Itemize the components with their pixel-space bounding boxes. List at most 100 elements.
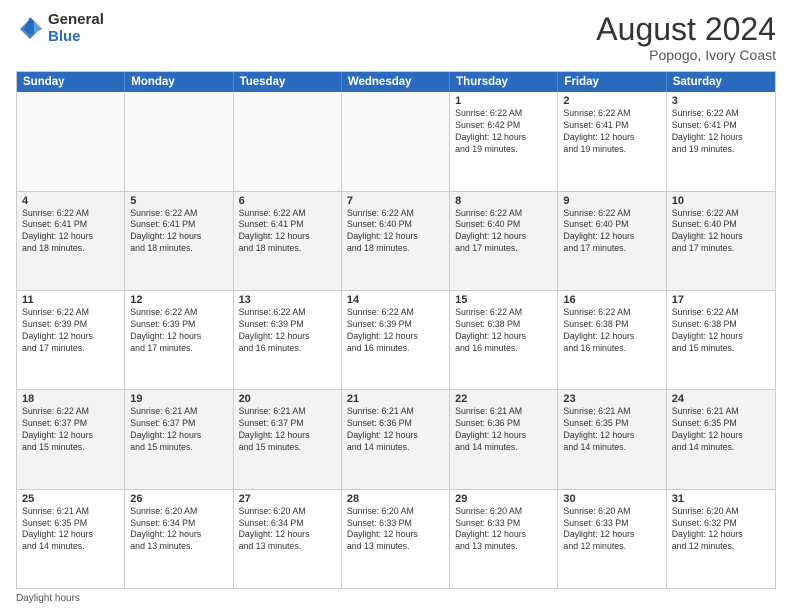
cal-cell: 16Sunrise: 6:22 AM Sunset: 6:38 PM Dayli… (558, 291, 666, 389)
cal-cell: 3Sunrise: 6:22 AM Sunset: 6:41 PM Daylig… (667, 92, 775, 190)
day-info: Sunrise: 6:20 AM Sunset: 6:33 PM Dayligh… (347, 506, 444, 554)
subtitle: Popogo, Ivory Coast (596, 47, 776, 63)
cal-cell: 6Sunrise: 6:22 AM Sunset: 6:41 PM Daylig… (234, 192, 342, 290)
day-info: Sunrise: 6:21 AM Sunset: 6:36 PM Dayligh… (455, 406, 552, 454)
cal-cell: 8Sunrise: 6:22 AM Sunset: 6:40 PM Daylig… (450, 192, 558, 290)
day-info: Sunrise: 6:21 AM Sunset: 6:37 PM Dayligh… (130, 406, 227, 454)
day-info: Sunrise: 6:22 AM Sunset: 6:40 PM Dayligh… (455, 208, 552, 256)
cal-header-saturday: Saturday (667, 72, 775, 92)
day-info: Sunrise: 6:22 AM Sunset: 6:39 PM Dayligh… (239, 307, 336, 355)
day-number: 19 (130, 393, 227, 405)
day-info: Sunrise: 6:22 AM Sunset: 6:41 PM Dayligh… (130, 208, 227, 256)
cal-cell: 23Sunrise: 6:21 AM Sunset: 6:35 PM Dayli… (558, 390, 666, 488)
day-info: Sunrise: 6:22 AM Sunset: 6:41 PM Dayligh… (672, 108, 770, 156)
day-number: 31 (672, 493, 770, 505)
day-info: Sunrise: 6:22 AM Sunset: 6:40 PM Dayligh… (347, 208, 444, 256)
cal-header-monday: Monday (125, 72, 233, 92)
cal-cell: 11Sunrise: 6:22 AM Sunset: 6:39 PM Dayli… (17, 291, 125, 389)
header: General Blue August 2024 Popogo, Ivory C… (16, 12, 776, 63)
cal-cell: 1Sunrise: 6:22 AM Sunset: 6:42 PM Daylig… (450, 92, 558, 190)
day-number: 6 (239, 195, 336, 207)
cal-week-3: 11Sunrise: 6:22 AM Sunset: 6:39 PM Dayli… (17, 291, 775, 390)
day-number: 29 (455, 493, 552, 505)
cal-header-sunday: Sunday (17, 72, 125, 92)
cal-cell (234, 92, 342, 190)
calendar: SundayMondayTuesdayWednesdayThursdayFrid… (16, 71, 776, 589)
day-info: Sunrise: 6:20 AM Sunset: 6:34 PM Dayligh… (239, 506, 336, 554)
day-info: Sunrise: 6:20 AM Sunset: 6:33 PM Dayligh… (455, 506, 552, 554)
calendar-body: 1Sunrise: 6:22 AM Sunset: 6:42 PM Daylig… (17, 92, 775, 588)
cal-cell: 20Sunrise: 6:21 AM Sunset: 6:37 PM Dayli… (234, 390, 342, 488)
cal-cell: 25Sunrise: 6:21 AM Sunset: 6:35 PM Dayli… (17, 490, 125, 588)
day-info: Sunrise: 6:21 AM Sunset: 6:35 PM Dayligh… (672, 406, 770, 454)
day-info: Sunrise: 6:22 AM Sunset: 6:40 PM Dayligh… (563, 208, 660, 256)
cal-cell: 15Sunrise: 6:22 AM Sunset: 6:38 PM Dayli… (450, 291, 558, 389)
day-info: Sunrise: 6:21 AM Sunset: 6:37 PM Dayligh… (239, 406, 336, 454)
day-number: 12 (130, 294, 227, 306)
day-info: Sunrise: 6:21 AM Sunset: 6:36 PM Dayligh… (347, 406, 444, 454)
cal-cell: 30Sunrise: 6:20 AM Sunset: 6:33 PM Dayli… (558, 490, 666, 588)
day-number: 11 (22, 294, 119, 306)
day-info: Sunrise: 6:22 AM Sunset: 6:39 PM Dayligh… (22, 307, 119, 355)
cal-cell: 24Sunrise: 6:21 AM Sunset: 6:35 PM Dayli… (667, 390, 775, 488)
cal-cell: 2Sunrise: 6:22 AM Sunset: 6:41 PM Daylig… (558, 92, 666, 190)
cal-cell: 31Sunrise: 6:20 AM Sunset: 6:32 PM Dayli… (667, 490, 775, 588)
cal-week-1: 1Sunrise: 6:22 AM Sunset: 6:42 PM Daylig… (17, 92, 775, 191)
footer-note: Daylight hours (16, 593, 776, 604)
day-number: 21 (347, 393, 444, 405)
day-number: 20 (239, 393, 336, 405)
day-info: Sunrise: 6:22 AM Sunset: 6:39 PM Dayligh… (130, 307, 227, 355)
cal-cell: 18Sunrise: 6:22 AM Sunset: 6:37 PM Dayli… (17, 390, 125, 488)
day-number: 15 (455, 294, 552, 306)
day-info: Sunrise: 6:22 AM Sunset: 6:42 PM Dayligh… (455, 108, 552, 156)
cal-cell: 17Sunrise: 6:22 AM Sunset: 6:38 PM Dayli… (667, 291, 775, 389)
cal-week-4: 18Sunrise: 6:22 AM Sunset: 6:37 PM Dayli… (17, 390, 775, 489)
cal-header-thursday: Thursday (450, 72, 558, 92)
day-info: Sunrise: 6:22 AM Sunset: 6:41 PM Dayligh… (22, 208, 119, 256)
cal-cell: 26Sunrise: 6:20 AM Sunset: 6:34 PM Dayli… (125, 490, 233, 588)
main-title: August 2024 (596, 12, 776, 47)
day-info: Sunrise: 6:20 AM Sunset: 6:34 PM Dayligh… (130, 506, 227, 554)
logo-blue: Blue (48, 29, 104, 46)
day-info: Sunrise: 6:20 AM Sunset: 6:33 PM Dayligh… (563, 506, 660, 554)
day-number: 7 (347, 195, 444, 207)
cal-cell: 29Sunrise: 6:20 AM Sunset: 6:33 PM Dayli… (450, 490, 558, 588)
cal-cell: 13Sunrise: 6:22 AM Sunset: 6:39 PM Dayli… (234, 291, 342, 389)
day-number: 30 (563, 493, 660, 505)
cal-cell: 12Sunrise: 6:22 AM Sunset: 6:39 PM Dayli… (125, 291, 233, 389)
cal-header-friday: Friday (558, 72, 666, 92)
day-number: 9 (563, 195, 660, 207)
day-number: 10 (672, 195, 770, 207)
day-number: 17 (672, 294, 770, 306)
cal-week-2: 4Sunrise: 6:22 AM Sunset: 6:41 PM Daylig… (17, 192, 775, 291)
cal-cell: 28Sunrise: 6:20 AM Sunset: 6:33 PM Dayli… (342, 490, 450, 588)
logo-general: General (48, 12, 104, 29)
day-number: 5 (130, 195, 227, 207)
cal-cell: 14Sunrise: 6:22 AM Sunset: 6:39 PM Dayli… (342, 291, 450, 389)
day-number: 22 (455, 393, 552, 405)
cal-cell: 10Sunrise: 6:22 AM Sunset: 6:40 PM Dayli… (667, 192, 775, 290)
cal-cell: 22Sunrise: 6:21 AM Sunset: 6:36 PM Dayli… (450, 390, 558, 488)
day-info: Sunrise: 6:22 AM Sunset: 6:41 PM Dayligh… (239, 208, 336, 256)
day-number: 8 (455, 195, 552, 207)
cal-cell: 19Sunrise: 6:21 AM Sunset: 6:37 PM Dayli… (125, 390, 233, 488)
day-info: Sunrise: 6:22 AM Sunset: 6:38 PM Dayligh… (455, 307, 552, 355)
day-number: 1 (455, 95, 552, 107)
day-number: 27 (239, 493, 336, 505)
cal-week-5: 25Sunrise: 6:21 AM Sunset: 6:35 PM Dayli… (17, 490, 775, 588)
cal-header-tuesday: Tuesday (234, 72, 342, 92)
day-number: 26 (130, 493, 227, 505)
cal-cell (342, 92, 450, 190)
day-number: 13 (239, 294, 336, 306)
day-number: 28 (347, 493, 444, 505)
cal-cell (125, 92, 233, 190)
page: General Blue August 2024 Popogo, Ivory C… (0, 0, 792, 612)
cal-cell: 27Sunrise: 6:20 AM Sunset: 6:34 PM Dayli… (234, 490, 342, 588)
logo-text: General Blue (48, 12, 104, 45)
cal-cell: 4Sunrise: 6:22 AM Sunset: 6:41 PM Daylig… (17, 192, 125, 290)
cal-header-wednesday: Wednesday (342, 72, 450, 92)
cal-cell (17, 92, 125, 190)
day-info: Sunrise: 6:20 AM Sunset: 6:32 PM Dayligh… (672, 506, 770, 554)
cal-cell: 7Sunrise: 6:22 AM Sunset: 6:40 PM Daylig… (342, 192, 450, 290)
day-number: 14 (347, 294, 444, 306)
